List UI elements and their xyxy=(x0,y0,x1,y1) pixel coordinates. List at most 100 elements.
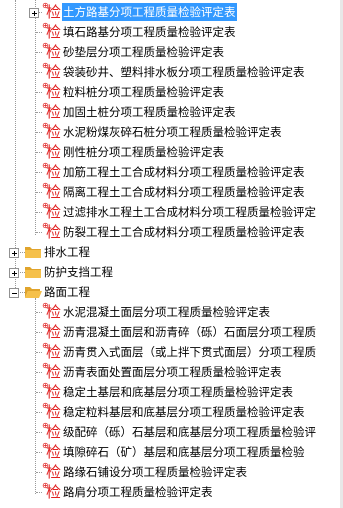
document-glyph: 检 xyxy=(46,343,62,361)
tree-folder-label: 防护支挡工程 xyxy=(44,265,113,279)
tree-item[interactable]: ⊕ 检加固土桩分项工程质量检验评定表 xyxy=(0,101,340,122)
tree-item[interactable]: ⊕ 检加筋工程土工合成材料分项工程质量检验评定表 xyxy=(0,161,340,182)
document-check-icon: ⊕ 检 xyxy=(42,481,62,501)
tree-folder-label: 路面工程 xyxy=(44,285,90,299)
document-check-icon: ⊕ 检 xyxy=(42,161,62,181)
expand-toggle-icon[interactable] xyxy=(9,248,19,258)
tree-item[interactable]: ⊕ 检路缘石铺设分项工程质量检验评定表 xyxy=(0,461,340,482)
folder-icon xyxy=(24,245,42,259)
tree-item-label: 级配碎（砾）石基层和底基层分项工程质量检验评 xyxy=(63,425,316,439)
folder-icon xyxy=(24,265,42,279)
tree-view[interactable]: ⊕ 检土方路基分项工程质量检验评定表 ⊕ 检填石路基分项工程质量检验评定表 ⊕ 检砂垫层分… xyxy=(0,0,340,508)
document-glyph: 检 xyxy=(46,223,62,241)
document-check-icon: ⊕ 检 xyxy=(42,61,62,81)
document-glyph: 检 xyxy=(46,183,62,201)
document-check-icon: ⊕ 检 xyxy=(42,41,62,61)
document-glyph: 检 xyxy=(46,123,62,141)
tree-item-label: 路缘石铺设分项工程质量检验评定表 xyxy=(63,465,247,479)
tree-item-label: 加固土桩分项工程质量检验评定表 xyxy=(63,105,236,119)
tree-item-label: 过滤排水工程土工合成材料分项工程质量检验评定 xyxy=(63,205,316,219)
document-check-icon: ⊕ 检 xyxy=(42,321,62,341)
tree-item-label: 路肩分项工程质量检验评定表 xyxy=(63,485,213,499)
tree-item-label: 稳定粒料基层和底基层分项工程质量检验评定表 xyxy=(63,405,305,419)
tree-item[interactable]: ⊕ 检填隙碎石（矿）基层和底基层分项工程质量检验 xyxy=(0,441,340,462)
tree-item[interactable]: ⊕ 检防裂工程土工合成材料分项工程质量检验评定表 xyxy=(0,221,340,242)
toggle-plus-bar xyxy=(14,251,15,256)
tree-item[interactable]: ⊕ 检稳定粒料基层和底基层分项工程质量检验评定表 xyxy=(0,401,340,422)
tree-item[interactable]: ⊕ 检隔离工程土工合成材料分项工程质量检验评定表 xyxy=(0,181,340,202)
toggle-minus-bar xyxy=(12,293,17,294)
tree-item-label: 水泥粉煤灰碎石桩分项工程质量检验评定表 xyxy=(63,125,282,139)
collapse-toggle-icon[interactable] xyxy=(9,288,19,298)
tree-item[interactable]: ⊕ 检刚性桩分项工程质量检验评定表 xyxy=(0,141,340,162)
document-check-icon: ⊕ 检 xyxy=(42,341,62,361)
tree-item[interactable]: ⊕ 检袋装砂井、塑料排水板分项工程质量检验评定表 xyxy=(0,61,340,82)
tree-item-label: 稳定土基层和底基层分项工程质量检验评定表 xyxy=(63,385,293,399)
document-glyph: 检 xyxy=(46,143,62,161)
document-glyph: 检 xyxy=(46,43,62,61)
document-check-icon: ⊕ 检 xyxy=(42,221,62,241)
document-check-icon: ⊕ 检 xyxy=(42,401,62,421)
tree-item[interactable]: ⊕ 检级配碎（砾）石基层和底基层分项工程质量检验评 xyxy=(0,421,340,442)
document-check-icon: ⊕ 检 xyxy=(42,381,62,401)
tree-folder[interactable]: 排水工程 xyxy=(0,242,340,262)
tree-item[interactable]: ⊕ 检过滤排水工程土工合成材料分项工程质量检验评定 xyxy=(0,201,340,222)
document-glyph: 检 xyxy=(46,403,62,421)
document-check-icon: ⊕ 检 xyxy=(42,301,62,321)
document-check-icon: ⊕ 检 xyxy=(42,21,62,41)
tree-folder-label: 排水工程 xyxy=(44,245,90,259)
document-glyph: 检 xyxy=(46,463,62,481)
document-glyph: 检 xyxy=(46,3,62,21)
tree-item-label: 隔离工程土工合成材料分项工程质量检验评定表 xyxy=(63,185,305,199)
tree-item[interactable]: ⊕ 检砂垫层分项工程质量检验评定表 xyxy=(0,41,340,62)
document-check-icon: ⊕ 检 xyxy=(42,181,62,201)
toggle-plus-bar xyxy=(34,11,35,16)
tree-item-label: 粒料桩分项工程质量检验评定表 xyxy=(63,85,224,99)
document-check-icon: ⊕ 检 xyxy=(42,1,62,21)
document-glyph: 检 xyxy=(46,103,62,121)
document-glyph: 检 xyxy=(46,323,62,341)
tree-item-label: 袋装砂井、塑料排水板分项工程质量检验评定表 xyxy=(63,65,305,79)
tree-item[interactable]: ⊕ 检水泥混凝土面层分项工程质量检验评定表 xyxy=(0,301,340,322)
tree-item-label: 沥青混凝土面层和沥青碎（砾）石面层分项工程质 xyxy=(63,325,316,339)
document-glyph: 检 xyxy=(46,203,62,221)
document-glyph: 检 xyxy=(46,443,62,461)
tree-item-label: 填石路基分项工程质量检验评定表 xyxy=(63,25,236,39)
document-check-icon: ⊕ 检 xyxy=(42,141,62,161)
document-check-icon: ⊕ 检 xyxy=(42,201,62,221)
tree-item[interactable]: ⊕ 检土方路基分项工程质量检验评定表 xyxy=(0,1,340,22)
tree-item[interactable]: ⊕ 检填石路基分项工程质量检验评定表 xyxy=(0,21,340,42)
document-glyph: 检 xyxy=(46,383,62,401)
document-check-icon: ⊕ 检 xyxy=(42,121,62,141)
tree-item[interactable]: ⊕ 检沥青混凝土面层和沥青碎（砾）石面层分项工程质 xyxy=(0,321,340,342)
tree-item-label: 沥青表面处置面层分项工程质量检验评定表 xyxy=(63,365,282,379)
tree-folder[interactable]: 路面工程 xyxy=(0,282,340,302)
expand-toggle-icon[interactable] xyxy=(29,8,39,18)
tree-item[interactable]: ⊕ 检路肩分项工程质量检验评定表 xyxy=(0,481,340,502)
tree-item-label: 填隙碎石（矿）基层和底基层分项工程质量检验 xyxy=(63,445,305,459)
document-check-icon: ⊕ 检 xyxy=(42,81,62,101)
tree-item-label: 防裂工程土工合成材料分项工程质量检验评定表 xyxy=(63,225,305,239)
expand-toggle-icon[interactable] xyxy=(9,268,19,278)
document-check-icon: ⊕ 检 xyxy=(42,101,62,121)
document-glyph: 检 xyxy=(46,63,62,81)
tree-item-label: 水泥混凝土面层分项工程质量检验评定表 xyxy=(63,305,270,319)
tree-item[interactable]: ⊕ 检水泥粉煤灰碎石桩分项工程质量检验评定表 xyxy=(0,121,340,142)
document-glyph: 检 xyxy=(46,163,62,181)
tree-item-label: 沥青贯入式面层（或上拌下贯式面层）分项工程质 xyxy=(63,345,316,359)
document-check-icon: ⊕ 检 xyxy=(42,441,62,461)
tree-item[interactable]: ⊕ 检沥青表面处置面层分项工程质量检验评定表 xyxy=(0,361,340,382)
folder-open-icon xyxy=(24,285,42,299)
document-check-icon: ⊕ 检 xyxy=(42,361,61,381)
tree-item[interactable]: ⊕ 检沥青贯入式面层（或上拌下贯式面层）分项工程质 xyxy=(0,341,340,362)
toggle-plus-bar xyxy=(14,271,15,276)
document-glyph: 检 xyxy=(46,483,62,501)
tree-item-label: 刚性桩分项工程质量检验评定表 xyxy=(63,145,224,159)
tree-folder[interactable]: 防护支挡工程 xyxy=(0,262,340,282)
document-glyph: 检 xyxy=(46,83,62,101)
document-glyph: 检 xyxy=(46,303,62,321)
tree-item[interactable]: ⊕ 检稳定土基层和底基层分项工程质量检验评定表 xyxy=(0,381,340,402)
document-glyph: 检 xyxy=(46,23,62,41)
tree-item[interactable]: ⊕ 检粒料桩分项工程质量检验评定表 xyxy=(0,81,340,102)
tree-item-label: 土方路基分项工程质量检验评定表 xyxy=(62,3,237,21)
